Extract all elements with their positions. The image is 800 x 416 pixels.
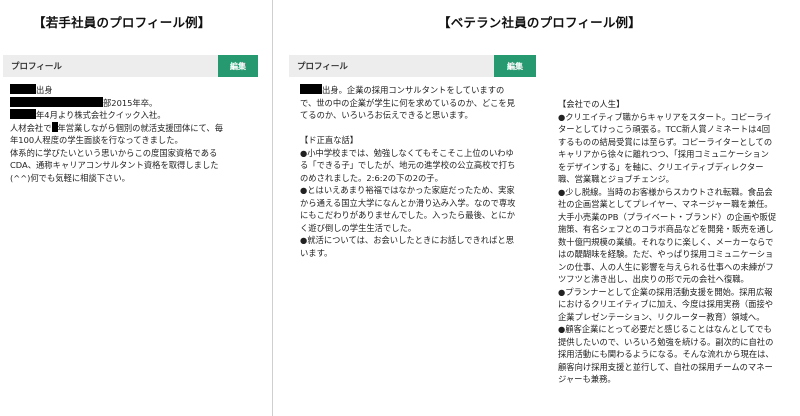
profile-line: で、世の中の企業が学生に何を求めているのか、どこを見 <box>300 97 515 108</box>
career-line: ●プランナーとして企業の採用活動支援を開始。採用広報 <box>558 286 773 297</box>
profile-line: 出身 <box>10 84 265 97</box>
career-history-text: 【会社での人生】 ●クリエイティブ職からキャリアをスタート。コピーライ ターとし… <box>558 98 792 386</box>
profile-line: 人材会社で 年営業しながら個別の就活支援団体にて、毎 <box>10 121 224 133</box>
redacted-block <box>10 84 36 94</box>
profile-header-bar-left: プロフィール 編集 <box>3 55 258 77</box>
career-line: 採用活動にも関わるようになる。そんな流れから現在は、 <box>558 349 774 359</box>
profile-line: る「できる子」でしたが、地元の進学校の公立高校で打ち <box>300 160 516 170</box>
career-line: 職、営業職とジョブチェンジ。 <box>558 174 674 184</box>
career-line: ンの仕事、人の人生に影響を与えられる仕事への未練がフ <box>558 261 774 272</box>
profile-line: から通える国立大学になんとか滑り込み入学。なので専攻 <box>300 197 516 208</box>
profile-line: ●小中学校までは、勉強しなくてもそこそこ上位のいわゆ <box>300 147 514 158</box>
profile-title: プロフィール <box>11 62 62 72</box>
profile-title: プロフィール <box>297 62 348 72</box>
profile-line: く遊び倒しの学生生活でした。 <box>300 222 417 233</box>
career-line: 大手小売業のPB（プライベート・ブランド）の企画や販促 <box>558 211 777 222</box>
career-line: をデザインする」を軸に、クリエイティブディレクター <box>558 161 764 172</box>
career-line: ターとしてけっこう頑張る。TCC新人賞ノミネートは4回 <box>558 124 771 134</box>
profile-line: にもこだわりがありませんでした。入ったら最後、とにか <box>300 210 516 220</box>
section-title: 【会社での人生】 <box>558 99 625 109</box>
young-employee-heading: 【若手社員のプロフィール例】 <box>33 15 211 30</box>
profile-line: 年4月より株式会社クイック入社。 <box>10 109 265 122</box>
career-line: キャリアから徐々に離れつつ、「採用コミュニケーション <box>558 149 769 159</box>
career-line: ●顧客企業にとって必要だと感じることはなんとしてでも <box>558 324 772 334</box>
edit-button[interactable]: 編集 <box>218 55 258 77</box>
veteran-employee-heading: 【ベテラン社員のプロフィール例】 <box>438 15 641 30</box>
career-line: 企業プレゼンテーション、リクルーター教育）領域へ。 <box>558 311 765 322</box>
profile-line: 年100人程度の学生面談を行なってきました。 <box>10 135 183 145</box>
career-line: ジャーも兼務。 <box>558 374 616 384</box>
veteran-profile-text: 出身。企業の採用コンサルタントをしていますの で、世の中の企業が学生に何を求めて… <box>300 84 545 259</box>
redacted-block <box>300 84 322 94</box>
profile-line: (^^)何でも気軽に相談下さい。 <box>10 172 130 183</box>
career-line: 提供したいので、いろいろ勉強を続ける。副次的に自社の <box>558 336 774 347</box>
career-line: するものの結局受賞には至らず。コピーライターとしての <box>558 136 773 147</box>
career-line: 顧客向け採用支援と並行して、自社の採用チームのマネー <box>558 361 773 372</box>
edit-button[interactable]: 編集 <box>494 55 536 77</box>
redacted-block <box>10 109 36 119</box>
career-line: ●クリエイティブ職からキャリアをスタート。コピーライ <box>558 111 772 122</box>
career-line: ツフツと沸き出し、出戻りの形で元の会社へ復職。 <box>558 274 749 284</box>
profile-line: てるのか、いろいろお伝えできると思います。 <box>300 110 473 120</box>
profile-line: 出身。企業の採用コンサルタントをしていますの <box>300 84 545 97</box>
section-title: 【ド正直な話】 <box>300 135 359 145</box>
profile-line: のめされました。2:6:2の下の2の子。 <box>300 172 443 183</box>
profile-line: ●就活については、お会いしたときにお話しできればと思 <box>300 235 514 245</box>
profile-line: CDA、通称キャリアコンサルタント資格を取得しました <box>10 160 219 170</box>
career-line: 施策、有名シェフとのコラボ商品などを開発・販売を通し <box>558 224 774 234</box>
profile-line: 部2015年卒。 <box>10 96 265 110</box>
profile-line: ●とはいえあまり裕福ではなかった家庭だったため、実家 <box>300 185 515 195</box>
profile-line: います。 <box>300 247 333 258</box>
career-line: ●少し脱線。当時のお客様からスカウトされ転職。食品会 <box>558 186 773 197</box>
column-divider <box>272 0 273 416</box>
career-line: 社の企画営業としてプレイヤー、マネージャー職を兼任。 <box>558 199 773 209</box>
career-line: はの醍醐味を経験。ただ、やっぱり採用コミュニケーショ <box>558 249 774 259</box>
redacted-block <box>10 96 103 107</box>
profile-header-bar-right: プロフィール 編集 <box>289 55 536 77</box>
career-line: 数十億円規模の業績。それなりに楽しく、メーカーならで <box>558 236 774 247</box>
young-profile-text: 出身 部2015年卒。 年4月より株式会社クイック入社。 人材会社で 年営業しなが… <box>10 84 265 184</box>
career-line: におけるクリエイティブに加え、今度は採用実務（面接や <box>558 299 774 309</box>
profile-line: 体系的に学びたいという思いからこの度国家資格である <box>10 147 218 158</box>
